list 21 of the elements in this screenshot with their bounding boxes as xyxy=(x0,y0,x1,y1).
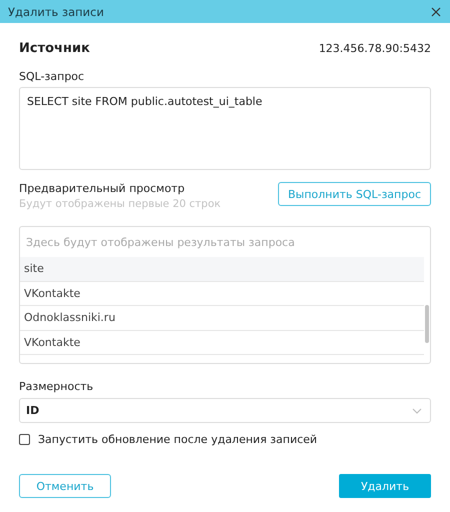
checkbox-label: Запустить обновление после удаления записей xyxy=(38,433,318,446)
window-title: Удалить записи xyxy=(8,4,104,18)
source-address: 123.456.78.90:5432 xyxy=(318,42,431,55)
column-header: site xyxy=(20,257,424,282)
table-cell: VKontakte xyxy=(20,282,424,306)
preview-hint: Будут отображены первые 20 строк xyxy=(19,198,221,210)
preview-heading: Предварительный просмотр xyxy=(19,182,186,195)
dimension-label: Размерность xyxy=(19,380,94,393)
close-icon xyxy=(430,6,442,18)
dimension-select[interactable]: ID xyxy=(19,398,431,423)
close-button[interactable] xyxy=(430,6,442,18)
results-field[interactable]: Здесь будут отображены результаты запроса site VKontakte Odnoklassniki.ru VKontakte xyxy=(19,226,431,364)
refresh-checkbox[interactable]: Запустить обновление после удаления записей xyxy=(19,433,431,446)
scrollbar-thumb[interactable] xyxy=(425,305,429,343)
sql-label: SQL-запрос xyxy=(19,70,86,83)
sql-query-field[interactable]: SELECT site FROM public.autotest_ui_table xyxy=(19,87,431,170)
results-placeholder: Здесь будут отображены результаты запроса xyxy=(25,234,296,250)
checkbox-square[interactable] xyxy=(19,434,30,445)
chevron-down-icon xyxy=(412,408,422,414)
source-heading: Источник xyxy=(19,41,90,56)
table-cell: VKontakte xyxy=(20,330,424,355)
